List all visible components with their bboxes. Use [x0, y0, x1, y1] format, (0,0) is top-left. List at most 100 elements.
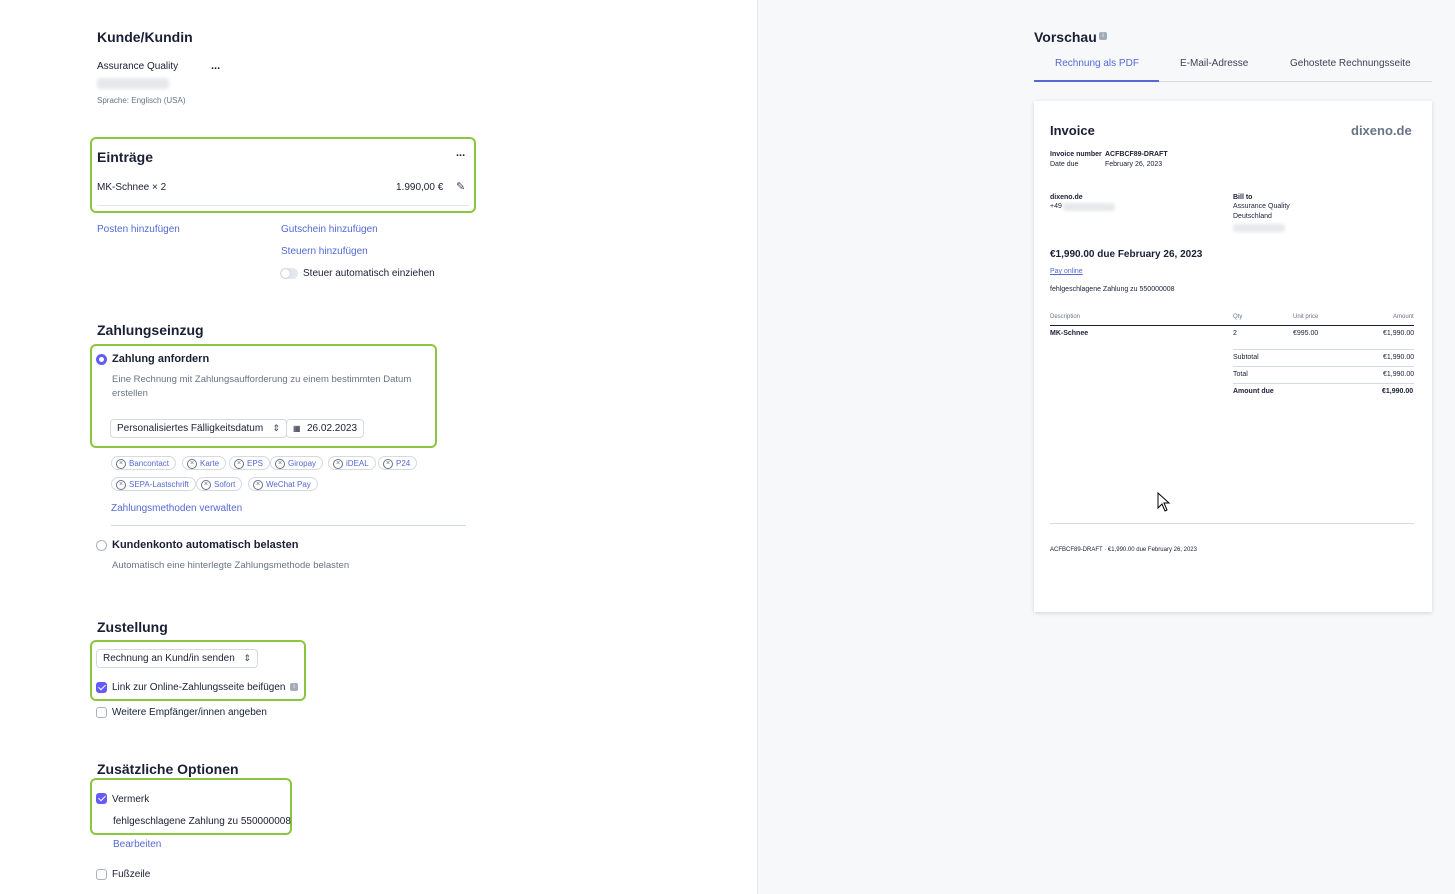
- request-payment-radio[interactable]: [96, 354, 107, 365]
- col-description: Description: [1050, 314, 1081, 320]
- method-chip-p24[interactable]: × P24: [378, 456, 418, 470]
- col-qty: Qty: [1233, 314, 1243, 320]
- row-amount: €1,990.00: [1383, 330, 1415, 337]
- invoice-footer: ACFBCF89-DRAFT · €1,990.00 due February …: [1050, 547, 1197, 553]
- items-more-button[interactable]: ...: [456, 147, 465, 159]
- memo-edit-link[interactable]: Bearbeiten: [113, 839, 161, 850]
- col-unit-price: Unit price: [1293, 314, 1319, 320]
- method-chip-wechat[interactable]: × WeChat Pay: [248, 477, 318, 491]
- more-recipients-checkbox[interactable]: [96, 707, 107, 718]
- amount-due-headline: €1,990.00 due February 26, 2023: [1050, 249, 1203, 260]
- memo-text: fehlgeschlagene Zahlung zu 550000008: [113, 816, 291, 827]
- due-date-input[interactable]: ▦ 26.02.2023: [286, 419, 364, 438]
- invoice-number: ACFBCF89-DRAFT: [1105, 151, 1168, 158]
- col-amount: Amount: [1393, 314, 1414, 320]
- method-chip-bancontact[interactable]: × Bancontact: [111, 456, 177, 470]
- total-rule: [1233, 366, 1414, 367]
- include-link-checkbox[interactable]: [96, 682, 107, 693]
- memo-label: Vermerk: [112, 794, 150, 805]
- auto-charge-label: Kundenkonto automatisch belasten: [112, 539, 299, 551]
- amount-due-label: Amount due: [1233, 388, 1274, 395]
- preview-heading: Vorschau: [1034, 29, 1097, 45]
- footer-label: Fußzeile: [112, 869, 151, 880]
- total-label: Total: [1233, 371, 1248, 378]
- due-date-type-select[interactable]: Personalisiertes Fälligkeitsdatum ⇕: [110, 419, 287, 438]
- method-chip-eps[interactable]: × EPS: [229, 456, 271, 470]
- tab-email[interactable]: E-Mail-Adresse: [1180, 58, 1248, 69]
- memo-checkbox[interactable]: [96, 793, 107, 804]
- subtotal-rule: [1233, 349, 1414, 350]
- method-chip-ideal[interactable]: × iDEAL: [328, 456, 376, 470]
- send-method-value: Rechnung an Kund/in senden: [103, 653, 235, 664]
- mouse-cursor-icon: [1157, 492, 1171, 512]
- invoice-date-label: Date due: [1050, 161, 1079, 168]
- remove-icon[interactable]: ×: [116, 480, 126, 490]
- tab-hosted-page[interactable]: Gehostete Rechnungsseite: [1290, 58, 1411, 69]
- invoice-from-name: dixeno.de: [1050, 194, 1083, 201]
- remove-icon[interactable]: ×: [201, 480, 211, 490]
- remove-icon[interactable]: ×: [187, 459, 197, 469]
- invoice-memo: fehlgeschlagene Zahlung zu 550000008: [1050, 286, 1175, 293]
- info-icon[interactable]: i: [290, 683, 298, 691]
- more-recipients-label: Weitere Empfänger/innen angeben: [112, 707, 267, 718]
- delivery-heading: Zustellung: [97, 619, 168, 635]
- remove-icon[interactable]: ×: [383, 459, 393, 469]
- select-arrows-icon: ⇕: [272, 423, 280, 433]
- method-chip-giropay[interactable]: × Giropay: [270, 456, 324, 470]
- due-date-type-value: Personalisiertes Fälligkeitsdatum: [117, 423, 264, 434]
- invoice-title: Invoice: [1050, 123, 1095, 138]
- payment-heading: Zahlungseinzug: [97, 322, 204, 338]
- invoice-from-phone: +49: [1050, 203, 1062, 210]
- row-unit-price: €995.00: [1293, 330, 1319, 337]
- customer-email-redacted: [97, 78, 169, 89]
- amount-due-value: €1,990.00: [1382, 388, 1414, 395]
- customer-name: Assurance Quality: [97, 61, 179, 72]
- tab-pdf[interactable]: Rechnung als PDF: [1055, 58, 1139, 69]
- payment-divider: [111, 525, 466, 526]
- item-line-name: MK-Schnee × 2: [97, 182, 167, 193]
- remove-icon[interactable]: ×: [116, 459, 126, 469]
- manage-methods-link[interactable]: Zahlungsmethoden verwalten: [111, 503, 242, 514]
- request-payment-label: Zahlung anfordern: [112, 353, 210, 365]
- bill-to-name: Assurance Quality: [1233, 203, 1290, 210]
- include-link-label: Link zur Online-Zahlungsseite beifügen: [112, 682, 286, 693]
- toggle-knob: [281, 269, 290, 278]
- auto-tax-toggle[interactable]: [280, 268, 298, 279]
- edit-pencil-icon[interactable]: ✎: [456, 180, 465, 193]
- bill-to-label: Bill to: [1233, 194, 1253, 201]
- add-coupon-link[interactable]: Gutschein hinzufügen: [281, 224, 378, 235]
- item-line-amount: 1.990,00 €: [396, 182, 444, 193]
- invoice-brand: dixeno.de: [1351, 123, 1412, 138]
- method-chip-sofort[interactable]: × Sofort: [196, 477, 243, 491]
- auto-charge-radio[interactable]: [96, 540, 107, 551]
- remove-icon[interactable]: ×: [333, 459, 343, 469]
- add-item-link[interactable]: Posten hinzufügen: [97, 224, 180, 235]
- bill-to-country: Deutschland: [1233, 213, 1272, 220]
- remove-icon[interactable]: ×: [234, 459, 244, 469]
- request-payment-desc-1: Eine Rechnung mit Zahlungsaufforderung z…: [112, 374, 412, 385]
- auto-charge-desc: Automatisch eine hinterlegte Zahlungsmet…: [112, 560, 350, 571]
- total-value: €1,990.00: [1383, 371, 1415, 378]
- amount-due-rule: [1233, 383, 1414, 384]
- due-date-value: 26.02.2023: [307, 423, 358, 434]
- footer-checkbox[interactable]: [96, 869, 107, 880]
- request-payment-desc-2: erstellen: [112, 388, 148, 399]
- method-chip-sepa[interactable]: × SEPA-Lastschrift: [111, 477, 196, 491]
- preview-info-icon[interactable]: i: [1099, 32, 1107, 40]
- customer-more-button[interactable]: ...: [211, 60, 220, 72]
- row-qty: 2: [1233, 330, 1237, 337]
- subtotal-label: Subtotal: [1233, 354, 1259, 361]
- add-tax-link[interactable]: Steuern hinzufügen: [281, 246, 368, 257]
- items-heading: Einträge: [97, 149, 154, 165]
- invoice-date: February 26, 2023: [1105, 161, 1163, 168]
- customer-language: Sprache: Englisch (USA): [97, 96, 186, 105]
- calendar-icon: ▦: [293, 424, 301, 433]
- items-divider: [97, 205, 469, 206]
- send-method-select[interactable]: Rechnung an Kund/in senden ⇕: [96, 649, 258, 668]
- table-header-rule: [1050, 325, 1414, 326]
- pay-online-link[interactable]: Pay online: [1050, 268, 1083, 275]
- remove-icon[interactable]: ×: [275, 459, 285, 469]
- method-chip-karte[interactable]: × Karte: [182, 456, 227, 470]
- remove-icon[interactable]: ×: [253, 480, 263, 490]
- options-heading: Zusätzliche Optionen: [97, 761, 239, 777]
